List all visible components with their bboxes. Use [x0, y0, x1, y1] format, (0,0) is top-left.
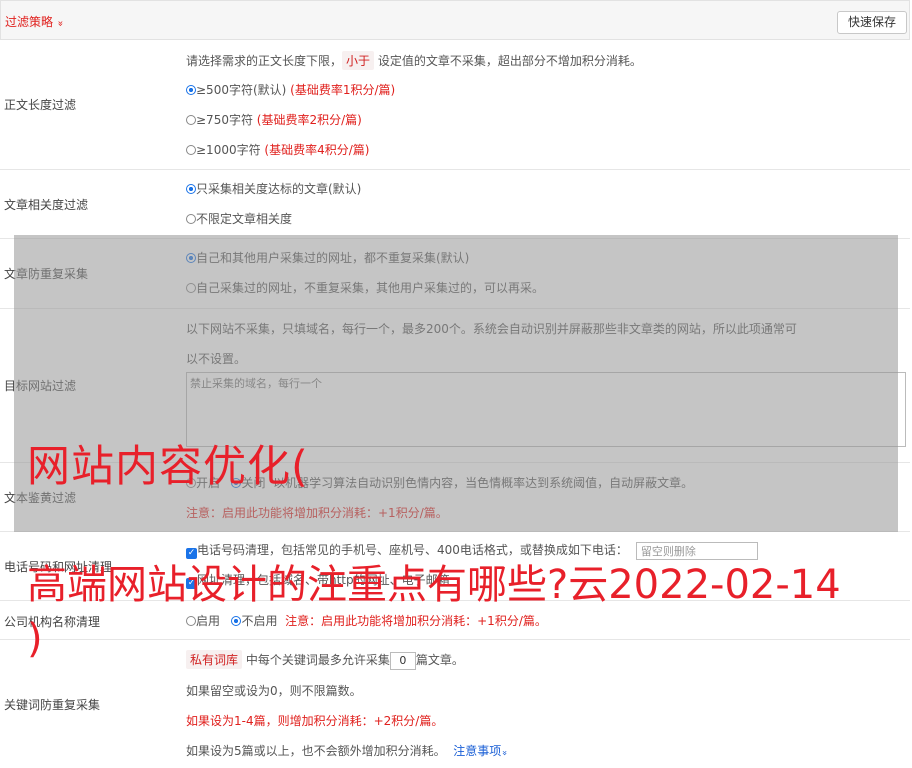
- row-label: 文章相关度过滤: [4, 198, 89, 212]
- less-than-badge: 小于: [342, 51, 375, 70]
- filter-strategy-header: 过滤策略» 快速保存: [0, 0, 910, 40]
- keyword-line-4: 如果设为5篇或以上，也不会额外增加积分消耗。 注意事项»: [186, 742, 510, 759]
- org-note: 注意：启用此功能将增加积分消耗：+1积分/篇。: [285, 614, 547, 628]
- option-label: 自己和其他用户采集过的网址，都不重复采集(默认): [196, 251, 470, 265]
- section-title-text: 过滤策略: [5, 15, 54, 29]
- option-label[interactable]: 不启用: [241, 614, 277, 628]
- row-label: 正文长度过滤: [4, 98, 77, 112]
- section-title[interactable]: 过滤策略»: [5, 13, 66, 30]
- option-label: 只采集相关度达标的文章(默认): [196, 182, 362, 196]
- radio-checked-icon[interactable]: [186, 184, 196, 194]
- row-label: 关键词防重复采集: [4, 698, 101, 712]
- desc-text: 设定值的文章不采集，超出部分不增加积分消耗。: [374, 54, 642, 68]
- radio-icon[interactable]: [186, 214, 196, 224]
- radio-icon[interactable]: [186, 145, 196, 155]
- dedupe-option-1[interactable]: 自己采集过的网址，不重复采集，其他用户采集过的，可以再采。: [186, 279, 544, 296]
- site-desc-2: 以不设置。: [186, 352, 247, 366]
- site-desc-1: 以下网站不采集，只填域名，每行一个，最多200个。系统会自动识别并屏蔽那些非文章…: [186, 322, 797, 336]
- option-label: ≥1000字符: [196, 143, 261, 157]
- watermark-line-1: 网站内容优化(: [27, 442, 309, 492]
- row-length-filter: 正文长度过滤 请选择需求的正文长度下限， 小于 设定值的文章不采集，超出部分不增加…: [0, 40, 910, 170]
- dedupe-option-0[interactable]: 自己和其他用户采集过的网址，都不重复采集(默认): [186, 249, 469, 266]
- row-keyword-dedupe: 关键词防重复采集 私有词库 中每个关键词最多允许采集 0 篇文章。 如果留空或设为0…: [0, 640, 910, 768]
- length-option-750[interactable]: ≥750字符 (基础费率2积分/篇): [186, 111, 362, 128]
- radio-checked-icon[interactable]: [231, 616, 242, 626]
- chevron-down-icon: »: [499, 750, 510, 756]
- row-dedupe-filter: 文章防重复采集 自己和其他用户采集过的网址，都不重复采集(默认) 自己采集过的网…: [0, 239, 910, 309]
- keyword-line-1: 私有词库 中每个关键词最多允许采集 0 篇文章。: [186, 650, 464, 670]
- radio-icon[interactable]: [186, 115, 196, 125]
- quick-save-button[interactable]: 快速保存: [837, 11, 907, 34]
- watermark-line-3: ): [27, 616, 43, 662]
- length-option-1000[interactable]: ≥1000字符 (基础费率4积分/篇): [186, 141, 369, 158]
- desc-text: 篇文章。: [415, 653, 464, 667]
- relevance-option-0[interactable]: 只采集相关度达标的文章(默认): [186, 180, 361, 197]
- chevron-down-icon: »: [54, 20, 66, 27]
- length-option-500[interactable]: ≥500字符(默认) (基础费率1积分/篇): [186, 81, 395, 98]
- relevance-option-1[interactable]: 不限定文章相关度: [186, 210, 292, 227]
- row-relevance-filter: 文章相关度过滤 只采集相关度达标的文章(默认) 不限定文章相关度: [0, 170, 910, 239]
- row-label: 目标网站过滤: [4, 379, 77, 393]
- option-label: ≥500字符(默认): [196, 83, 287, 97]
- org-options: 启用 不启用 注意：启用此功能将增加积分消耗：+1积分/篇。: [186, 612, 547, 629]
- keyword-line-3: 如果设为1-4篇，则增加积分消耗：+2积分/篇。: [186, 714, 444, 728]
- option-note: (基础费率1积分/篇): [286, 83, 396, 97]
- desc-text: 中每个关键词最多允许采集: [242, 653, 390, 667]
- porn-note: 注意：启用此功能将增加积分消耗：+1积分/篇。: [186, 506, 448, 520]
- desc-text: 请选择需求的正文长度下限，: [186, 54, 343, 68]
- radio-checked-icon[interactable]: [186, 85, 196, 95]
- desc-text: 如果设为5篇或以上，也不会额外增加积分消耗。: [186, 744, 446, 758]
- radio-icon[interactable]: [186, 283, 196, 293]
- private-lexicon-badge[interactable]: 私有词库: [186, 650, 243, 669]
- notes-link[interactable]: 注意事项»: [453, 744, 510, 758]
- option-label: 自己采集过的网址，不重复采集，其他用户采集过的，可以再采。: [196, 281, 545, 295]
- radio-checked-icon[interactable]: [186, 253, 196, 263]
- max-articles-input[interactable]: 0: [389, 651, 416, 670]
- option-label: ≥750字符: [196, 113, 253, 127]
- option-note: (基础费率2积分/篇): [252, 113, 362, 127]
- length-desc: 请选择需求的正文长度下限， 小于 设定值的文章不采集，超出部分不增加积分消耗。: [186, 51, 642, 70]
- keyword-line-2: 如果留空或设为0，则不限篇数。: [186, 684, 362, 698]
- link-text: 注意事项: [453, 744, 502, 758]
- row-label: 文章防重复采集: [4, 267, 89, 281]
- radio-icon[interactable]: [186, 616, 196, 626]
- option-note: (基础费率4积分/篇): [260, 143, 370, 157]
- watermark-line-2: 高端网站设计的注重点有哪些?云2022-02-14: [27, 562, 841, 608]
- option-label: 不限定文章相关度: [196, 212, 293, 226]
- porn-desc: 以机器学习算法自动识别色情内容，当色情概率达到系统阈值，自动屏蔽文章。: [273, 476, 694, 490]
- row-label: 公司机构名称清理: [4, 615, 101, 629]
- option-label[interactable]: 启用: [196, 614, 220, 628]
